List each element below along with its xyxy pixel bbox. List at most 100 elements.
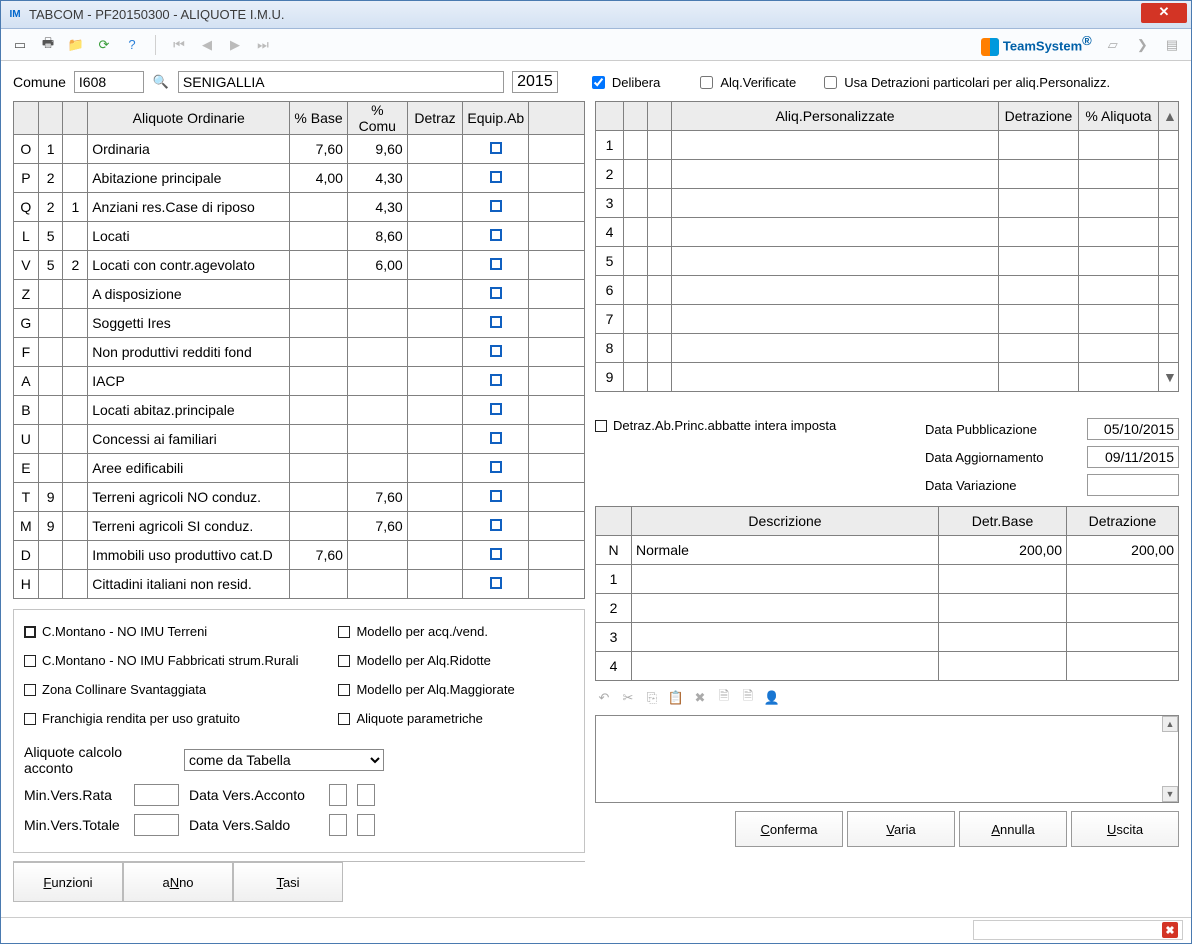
refresh-icon[interactable]: ⟳ <box>93 34 115 56</box>
option-check[interactable]: C.Montano - NO IMU Terreni <box>24 624 298 639</box>
checkbox-icon[interactable] <box>490 374 502 386</box>
option-check[interactable]: Franchigia rendita per uso gratuito <box>24 711 298 726</box>
checkbox-icon[interactable] <box>490 142 502 154</box>
table-row[interactable]: Z A disposizione <box>14 280 585 309</box>
dv-saldo-m[interactable] <box>357 814 375 836</box>
table-row[interactable]: 1 <box>596 131 1179 160</box>
checkbox-icon[interactable] <box>490 258 502 270</box>
anno-button[interactable]: aNno <box>123 862 233 902</box>
delibera-check[interactable]: Delibera <box>588 73 660 92</box>
scroll-down-icon[interactable]: ▼ <box>1162 786 1178 802</box>
table-row[interactable]: 1 <box>596 565 1179 594</box>
help-icon[interactable]: ? <box>121 34 143 56</box>
table-row[interactable]: E Aree edificabili <box>14 454 585 483</box>
option-check[interactable]: Zona Collinare Svantaggiata <box>24 682 298 697</box>
checkbox-icon[interactable] <box>490 403 502 415</box>
table-row[interactable]: 8 <box>596 334 1179 363</box>
notes-area[interactable]: ▲ ▼ <box>595 715 1179 803</box>
table-row[interactable]: 3 <box>596 623 1179 652</box>
table-row[interactable]: D Immobili uso produttivo cat.D7,60 <box>14 541 585 570</box>
table-row[interactable]: F Non produttivi redditi fond <box>14 338 585 367</box>
next-icon[interactable]: ▶ <box>224 34 246 56</box>
table-row[interactable]: L5 Locati8,60 <box>14 222 585 251</box>
nt-del-icon[interactable]: ✖ <box>691 689 709 707</box>
alq-verificate-check[interactable]: Alq.Verificate <box>696 73 796 92</box>
table-row[interactable]: 2 <box>596 160 1179 189</box>
close-button[interactable]: ✕ <box>1141 3 1187 23</box>
nt-undo-icon[interactable]: ↶ <box>595 689 613 707</box>
rbtn-1[interactable]: ▱ <box>1102 34 1124 56</box>
varia-button[interactable]: Varia <box>847 811 955 847</box>
table-row[interactable]: NNormale200,00200,00 <box>596 536 1179 565</box>
comune-code-input[interactable] <box>74 71 144 93</box>
option-check[interactable]: C.Montano - NO IMU Fabbricati strum.Rura… <box>24 653 298 668</box>
table-row[interactable]: U Concessi ai familiari <box>14 425 585 454</box>
minvers-totale-input[interactable] <box>134 814 179 836</box>
checkbox-icon[interactable] <box>490 345 502 357</box>
print-icon[interactable]: 🖶 <box>37 34 59 56</box>
table-row[interactable]: M9 Terreni agricoli SI conduz.7,60 <box>14 512 585 541</box>
checkbox-icon[interactable] <box>490 461 502 473</box>
data-var-input[interactable] <box>1087 474 1179 496</box>
rbtn-3[interactable]: ▤ <box>1161 34 1183 56</box>
dv-acconto-m[interactable] <box>357 784 375 806</box>
option-check[interactable]: Modello per acq./vend. <box>338 624 514 639</box>
rbtn-2[interactable]: ❯ <box>1131 34 1153 56</box>
checkbox-icon[interactable] <box>490 171 502 183</box>
scroll-up-icon[interactable]: ▲ <box>1162 716 1178 732</box>
dv-acconto-d[interactable] <box>329 784 347 806</box>
prev-icon[interactable]: ◀ <box>196 34 218 56</box>
table-row[interactable]: 6 <box>596 276 1179 305</box>
uscita-button[interactable]: Uscita <box>1071 811 1179 847</box>
table-row[interactable]: B Locati abitaz.principale <box>14 396 585 425</box>
table-row[interactable]: A IACP <box>14 367 585 396</box>
tasi-button[interactable]: Tasi <box>233 862 343 902</box>
checkbox-icon[interactable] <box>490 200 502 212</box>
last-icon[interactable]: ⏭ <box>252 34 274 56</box>
table-row[interactable]: 4 <box>596 218 1179 247</box>
checkbox-icon[interactable] <box>490 548 502 560</box>
table-row[interactable]: 7 <box>596 305 1179 334</box>
annulla-button[interactable]: Annulla <box>959 811 1067 847</box>
table-row[interactable]: 4 <box>596 652 1179 681</box>
table-row[interactable]: 3 <box>596 189 1179 218</box>
checkbox-icon[interactable] <box>490 519 502 531</box>
table-row[interactable]: V52 Locati con contr.agevolato6,00 <box>14 251 585 280</box>
checkbox-icon[interactable] <box>490 490 502 502</box>
nt-doc-icon[interactable]: 🗎 <box>715 689 733 707</box>
table-row[interactable]: T9 Terreni agricoli NO conduz.7,60 <box>14 483 585 512</box>
table-row[interactable]: P2 Abitazione principale4,004,30 <box>14 164 585 193</box>
data-agg-input[interactable] <box>1087 446 1179 468</box>
table-row[interactable]: O1 Ordinaria7,609,60 <box>14 135 585 164</box>
nt-user-icon[interactable]: 👤 <box>763 689 781 707</box>
checkbox-icon[interactable] <box>490 432 502 444</box>
tool-icon-1[interactable]: ▭ <box>9 34 31 56</box>
dv-saldo-d[interactable] <box>329 814 347 836</box>
funzioni-button[interactable]: Funzioni <box>13 862 123 902</box>
data-pub-input[interactable] <box>1087 418 1179 440</box>
table-row[interactable]: G Soggetti Ires <box>14 309 585 338</box>
abbatte-check[interactable]: Detraz.Ab.Princ.abbatte intera imposta <box>595 418 895 433</box>
checkbox-icon[interactable] <box>490 577 502 589</box>
first-icon[interactable]: ⏮ <box>168 34 190 56</box>
folder-icon[interactable]: 📁 <box>65 34 87 56</box>
table-row[interactable]: H Cittadini italiani non resid. <box>14 570 585 599</box>
table-row[interactable]: Q21 Anziani res.Case di riposo4,30 <box>14 193 585 222</box>
lookup-icon[interactable]: 🔍 <box>152 73 170 91</box>
checkbox-icon[interactable] <box>490 287 502 299</box>
usa-detraz-check[interactable]: Usa Detrazioni particolari per aliq.Pers… <box>820 73 1110 92</box>
table-row[interactable]: 9▼ <box>596 363 1179 392</box>
nt-copy-icon[interactable]: ⎘ <box>643 689 661 707</box>
table-row[interactable]: 5 <box>596 247 1179 276</box>
conferma-button[interactable]: Conferma <box>735 811 843 847</box>
option-check[interactable]: Aliquote parametriche <box>338 711 514 726</box>
aliq-personalizzate-grid[interactable]: Aliq.PersonalizzateDetrazione% Aliquota … <box>595 101 1179 392</box>
nt-paste-icon[interactable]: 📋 <box>667 689 685 707</box>
nt-cut-icon[interactable]: ✂ <box>619 689 637 707</box>
comune-name-input[interactable] <box>178 71 504 93</box>
table-row[interactable]: 2 <box>596 594 1179 623</box>
error-icon[interactable]: ✖ <box>1162 922 1178 938</box>
year-input[interactable] <box>512 71 558 93</box>
detrazioni-grid[interactable]: Descrizione Detr.BaseDetrazione NNormale… <box>595 506 1179 681</box>
scroll-up-icon[interactable]: ▲ <box>1159 102 1179 131</box>
